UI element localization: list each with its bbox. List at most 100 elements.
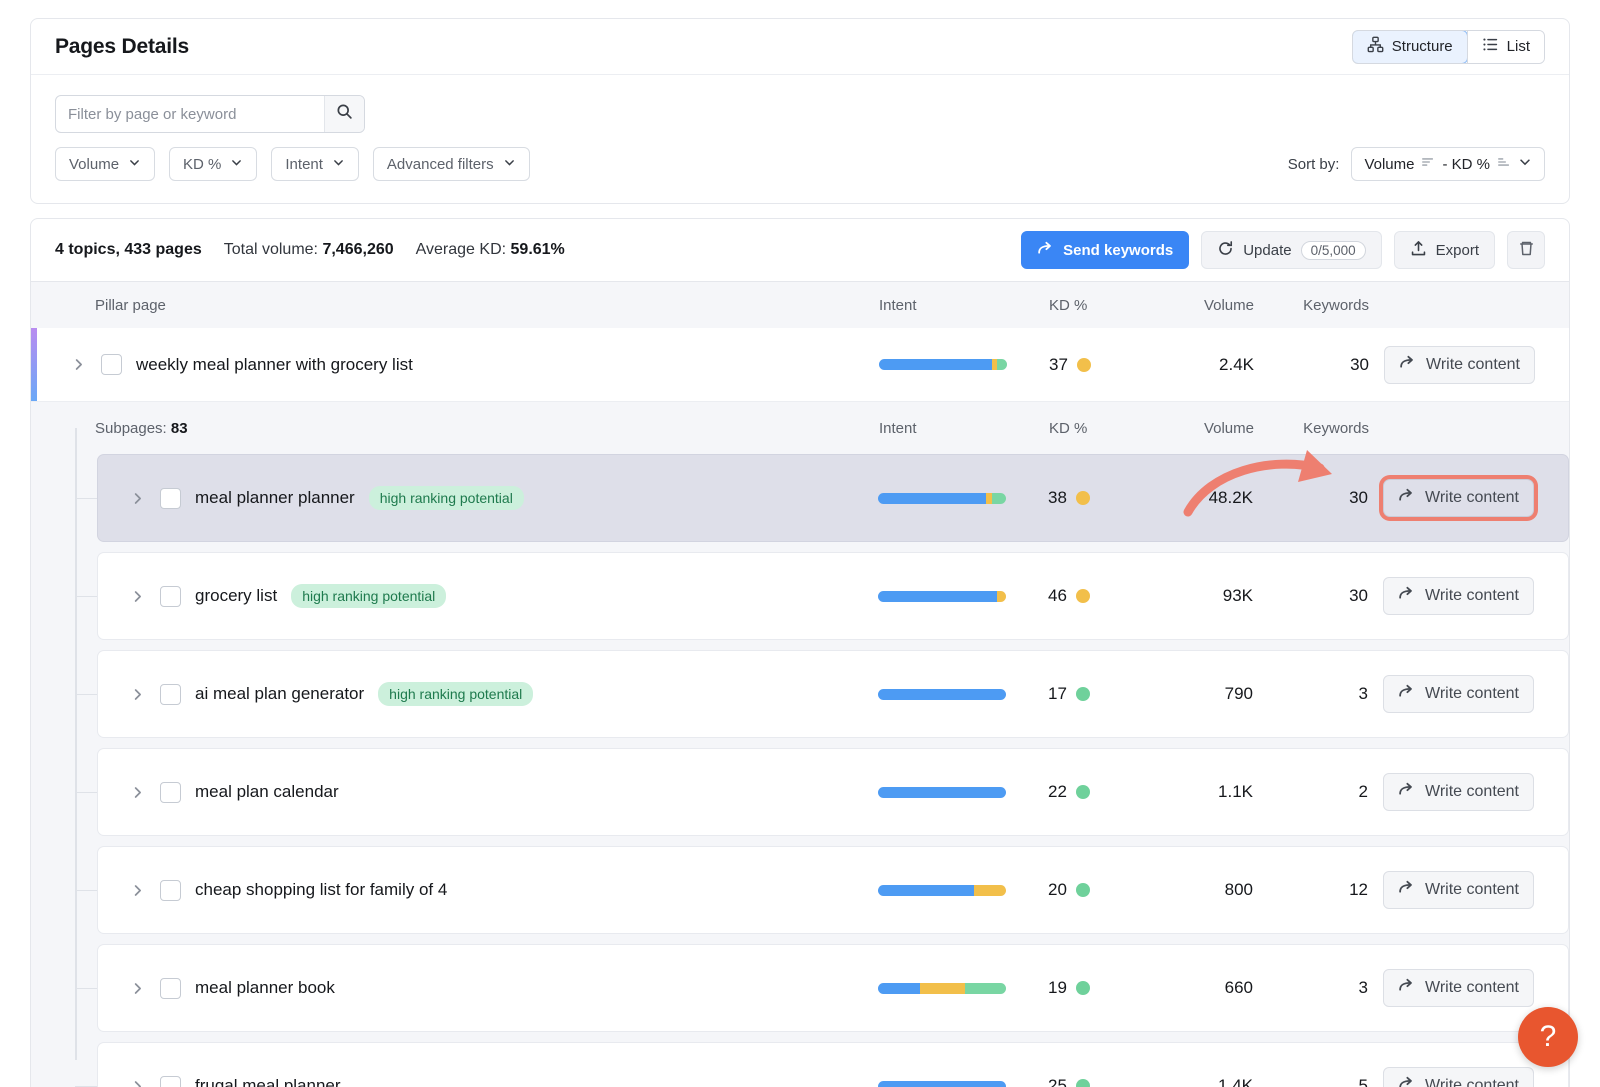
table-row[interactable]: grocery list high ranking potential 46 9… xyxy=(97,552,1569,640)
write-arrow-icon xyxy=(1399,354,1416,376)
subpages-header: Subpages: 83 Intent KD % Volume Keywords xyxy=(31,402,1569,454)
row-page-name: meal plan calendar xyxy=(195,782,339,802)
upload-icon xyxy=(1410,240,1427,261)
intent-bar xyxy=(878,983,1006,994)
intent-bar xyxy=(879,359,1007,370)
kd-status-dot xyxy=(1076,687,1090,701)
table-row[interactable]: meal planner planner high ranking potent… xyxy=(97,454,1569,542)
write-content-label: Write content xyxy=(1425,489,1519,507)
export-button[interactable]: Export xyxy=(1394,231,1495,269)
row-page-name: frugal meal planner xyxy=(195,1076,341,1087)
kd-value: 37 xyxy=(1049,355,1068,375)
write-content-button[interactable]: Write content xyxy=(1384,346,1535,384)
status-badge: high ranking potential xyxy=(291,584,446,608)
action-buttons: Send keywords Update 0/5,000 Export xyxy=(1021,231,1545,269)
sort-by: Sort by: Volume - KD % xyxy=(1288,147,1545,181)
subpages-count: 83 xyxy=(171,420,188,437)
view-toggle-list[interactable]: List xyxy=(1467,31,1544,63)
expand-chevron-icon[interactable] xyxy=(128,783,146,801)
keywords-value: 30 xyxy=(1253,586,1368,606)
expand-chevron-icon[interactable] xyxy=(69,356,87,374)
kd-status-dot xyxy=(1076,785,1090,799)
kd-value-cell: 19 xyxy=(1048,978,1148,998)
row-checkbox[interactable] xyxy=(160,782,181,803)
filter-chip-kd-label: KD % xyxy=(183,156,221,173)
volume-value: 1.4K xyxy=(1148,1076,1253,1087)
keywords-value: 30 xyxy=(1253,488,1368,508)
filter-chip-volume[interactable]: Volume xyxy=(55,147,155,181)
row-checkbox[interactable] xyxy=(101,354,122,375)
sort-asc-icon xyxy=(1497,155,1511,173)
write-content-button[interactable]: Write content xyxy=(1383,675,1534,713)
view-toggle-list-label: List xyxy=(1507,38,1530,55)
write-content-button[interactable]: Write content xyxy=(1383,577,1534,615)
sub-column-header-keywords: Keywords xyxy=(1254,420,1369,437)
intent-bar xyxy=(878,885,1006,896)
table-row[interactable]: ai meal plan generator high ranking pote… xyxy=(97,650,1569,738)
stats-topics-pages: 4 topics, 433 pages xyxy=(55,241,202,259)
kd-status-dot xyxy=(1077,358,1091,372)
write-content-label: Write content xyxy=(1425,881,1519,899)
stats-bar: 4 topics, 433 pages Total volume: 7,466,… xyxy=(30,218,1570,282)
expand-chevron-icon[interactable] xyxy=(128,881,146,899)
keywords-value: 3 xyxy=(1253,684,1368,704)
write-content-button[interactable]: Write content xyxy=(1383,479,1534,517)
delete-button[interactable] xyxy=(1507,231,1545,269)
send-keywords-label: Send keywords xyxy=(1063,242,1173,259)
row-checkbox[interactable] xyxy=(160,1076,181,1087)
filter-chip-intent[interactable]: Intent xyxy=(271,147,359,181)
search-box[interactable] xyxy=(55,95,365,133)
trash-icon xyxy=(1518,240,1535,261)
filter-chip-advanced[interactable]: Advanced filters xyxy=(373,147,530,181)
sort-by-select[interactable]: Volume - KD % xyxy=(1351,147,1545,181)
view-toggle[interactable]: Structure List xyxy=(1352,30,1545,64)
write-content-button[interactable]: Write content xyxy=(1383,969,1534,1007)
sort-by-label: Sort by: xyxy=(1288,156,1340,173)
row-page-name: grocery list xyxy=(195,586,277,606)
view-toggle-structure[interactable]: Structure xyxy=(1352,30,1468,64)
expand-chevron-icon[interactable] xyxy=(128,489,146,507)
send-keywords-button[interactable]: Send keywords xyxy=(1021,231,1189,269)
keywords-value: 30 xyxy=(1254,355,1369,375)
tree-connector xyxy=(75,694,97,695)
write-arrow-icon xyxy=(1398,781,1415,803)
update-button[interactable]: Update 0/5,000 xyxy=(1201,231,1381,269)
sub-column-header-intent: Intent xyxy=(879,420,1049,437)
table-row[interactable]: frugal meal planner 25 1.4K 5 Write xyxy=(97,1042,1569,1087)
row-checkbox[interactable] xyxy=(160,978,181,999)
write-content-button[interactable]: Write content xyxy=(1383,871,1534,909)
row-checkbox[interactable] xyxy=(160,488,181,509)
search-icon xyxy=(336,103,353,125)
filter-chip-kd[interactable]: KD % xyxy=(169,147,257,181)
write-content-label: Write content xyxy=(1425,783,1519,801)
filter-chip-advanced-label: Advanced filters xyxy=(387,156,494,173)
table-row[interactable]: meal planner book 19 660 3 Write co xyxy=(97,944,1569,1032)
volume-value: 48.2K xyxy=(1148,488,1253,508)
table-row[interactable]: meal plan calendar 22 1.1K 2 Write xyxy=(97,748,1569,836)
write-content-button[interactable]: Write content xyxy=(1383,773,1534,811)
kd-value-cell: 20 xyxy=(1048,880,1148,900)
row-checkbox[interactable] xyxy=(160,684,181,705)
write-arrow-icon xyxy=(1398,977,1415,999)
table-row[interactable]: cheap shopping list for family of 4 20 8… xyxy=(97,846,1569,934)
pillar-row[interactable]: weekly meal planner with grocery list 37… xyxy=(31,328,1569,402)
sort-by-value: Volume xyxy=(1364,156,1414,173)
expand-chevron-icon[interactable] xyxy=(128,979,146,997)
expand-chevron-icon[interactable] xyxy=(128,685,146,703)
expand-chevron-icon[interactable] xyxy=(128,1077,146,1087)
send-arrow-icon xyxy=(1037,240,1054,261)
write-content-label: Write content xyxy=(1425,587,1519,605)
intent-bar xyxy=(878,1081,1006,1087)
write-content-label: Write content xyxy=(1425,1077,1519,1087)
row-checkbox[interactable] xyxy=(160,586,181,607)
write-arrow-icon xyxy=(1398,683,1415,705)
chevron-down-icon xyxy=(230,156,243,173)
search-button[interactable] xyxy=(324,96,364,132)
search-input[interactable] xyxy=(56,96,324,132)
help-button[interactable]: ? xyxy=(1518,1007,1578,1067)
expand-chevron-icon[interactable] xyxy=(128,587,146,605)
write-arrow-icon xyxy=(1398,487,1415,509)
row-checkbox[interactable] xyxy=(160,880,181,901)
write-content-label: Write content xyxy=(1425,979,1519,997)
write-content-button[interactable]: Write content xyxy=(1383,1067,1534,1087)
